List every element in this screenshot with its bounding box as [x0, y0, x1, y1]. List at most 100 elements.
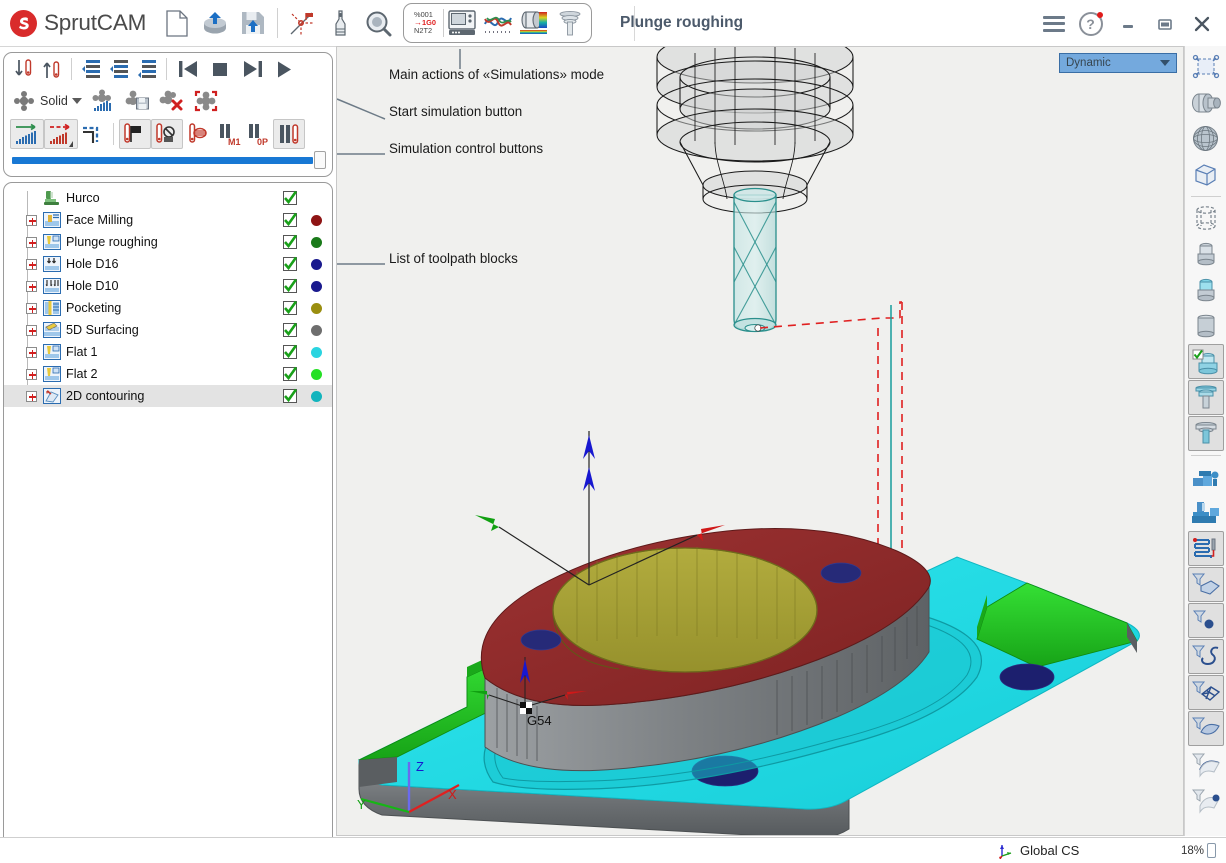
save-mesh-icon[interactable]	[121, 87, 155, 115]
toolbar-divider	[166, 58, 167, 80]
filter-vertex-icon[interactable]	[1188, 783, 1224, 818]
shaded-model-icon[interactable]	[1188, 85, 1224, 120]
solid-shaded-icon[interactable]	[10, 87, 38, 115]
help-button[interactable]: ?	[1074, 7, 1107, 41]
3d-scene[interactable]: G54 Z X Y	[337, 47, 1184, 836]
filter-solid-icon[interactable]	[1187, 567, 1224, 602]
maximize-button[interactable]	[1148, 7, 1181, 41]
zoom-status[interactable]: 18%	[1181, 843, 1216, 858]
delete-mesh-icon[interactable]	[155, 87, 189, 115]
3d-viewport[interactable]: Dynamic Main actions of «Simulations» mo…	[336, 46, 1184, 836]
check-icon[interactable]	[282, 322, 298, 338]
fit-mesh-icon[interactable]	[189, 87, 223, 115]
m1-stop-button[interactable]: M1	[213, 120, 243, 148]
step-up-button[interactable]	[38, 55, 66, 83]
save-file-icon[interactable]	[234, 3, 272, 43]
display-mode-label[interactable]: Solid	[40, 94, 68, 108]
goto-first-block-button[interactable]	[77, 55, 105, 83]
tree-row[interactable]: Flat 2	[4, 363, 332, 385]
tree-row[interactable]: Hole D10	[4, 275, 332, 297]
check-icon[interactable]	[282, 344, 298, 360]
check-icon[interactable]	[282, 388, 298, 404]
expand-icon[interactable]	[26, 346, 37, 358]
coordinate-system-icon[interactable]	[283, 3, 321, 43]
tree-row[interactable]: Face Milling	[4, 209, 332, 231]
expand-icon[interactable]	[26, 258, 37, 270]
expand-icon[interactable]	[26, 324, 37, 336]
rewind-button[interactable]	[172, 55, 204, 83]
bounding-box-icon[interactable]	[1188, 157, 1224, 192]
material-render-icon[interactable]	[516, 3, 552, 43]
expand-icon[interactable]	[26, 214, 37, 226]
workpiece-icon[interactable]	[1188, 272, 1224, 307]
collision-check-button[interactable]	[151, 119, 183, 149]
expand-icon[interactable]	[26, 368, 37, 380]
nc-code-icon[interactable]: %001 →1G0 N2T2	[407, 3, 443, 43]
check-icon[interactable]	[282, 366, 298, 382]
machine-body-icon[interactable]	[1188, 495, 1224, 530]
goto-block-button[interactable]	[105, 55, 133, 83]
toolpath-tree[interactable]: Hurco Face Milling Plunge roughing Hole …	[3, 182, 333, 863]
tree-row[interactable]: Flat 1	[4, 341, 332, 363]
step-down-button[interactable]	[10, 55, 38, 83]
stop-at-flag-button[interactable]	[119, 119, 151, 149]
measure-tool-icon[interactable]	[321, 3, 359, 43]
stock-outline-icon[interactable]	[1188, 200, 1224, 235]
progress-handle[interactable]	[314, 151, 326, 169]
check-icon[interactable]	[282, 278, 298, 294]
fixture-check-icon[interactable]	[1187, 344, 1224, 379]
wireframe-sphere-icon[interactable]	[1188, 121, 1224, 156]
stock-solid-icon[interactable]	[1188, 236, 1224, 271]
pause-button[interactable]	[273, 119, 305, 149]
expand-icon[interactable]	[26, 302, 37, 314]
filter-point-icon[interactable]	[1187, 603, 1224, 638]
app-brand: SprutCAM	[0, 9, 158, 37]
menu-hamburger-button[interactable]	[1037, 7, 1070, 41]
machine-vise-icon[interactable]	[1188, 459, 1224, 494]
filter-surface-icon[interactable]	[1187, 711, 1224, 746]
select-region-icon[interactable]	[1188, 49, 1224, 84]
new-document-icon[interactable]	[158, 3, 196, 43]
check-icon[interactable]	[282, 190, 298, 206]
chevron-down-icon[interactable]	[71, 98, 82, 104]
check-icon[interactable]	[282, 300, 298, 316]
tree-row[interactable]: Plunge roughing	[4, 231, 332, 253]
tree-row[interactable]: Pocketing	[4, 297, 332, 319]
simulation-progress-slider[interactable]	[12, 151, 326, 169]
expand-icon[interactable]	[26, 390, 37, 402]
check-icon[interactable]	[282, 256, 298, 272]
expand-icon[interactable]	[26, 236, 37, 248]
step-forward-button[interactable]	[236, 55, 268, 83]
check-icon[interactable]	[282, 212, 298, 228]
filter-mesh-icon[interactable]	[1187, 675, 1224, 710]
tree-row[interactable]: 5D Surfacing	[4, 319, 332, 341]
machine-control-icon[interactable]	[444, 3, 480, 43]
check-icon[interactable]	[282, 234, 298, 250]
toolpath-icon[interactable]	[1187, 531, 1224, 566]
inspect-icon[interactable]	[359, 3, 397, 43]
corner-path-button[interactable]	[78, 120, 108, 148]
open-file-icon[interactable]	[196, 3, 234, 43]
mesh-gradient-icon[interactable]	[87, 87, 121, 115]
tree-row[interactable]: Hole D16	[4, 253, 332, 275]
op-stop-button[interactable]: 0P	[243, 120, 273, 148]
tool-change-stop-button[interactable]	[183, 120, 213, 148]
expand-icon[interactable]	[26, 280, 37, 292]
toolpath-graph-icon[interactable]	[480, 3, 516, 43]
close-button[interactable]	[1185, 7, 1218, 41]
tool-assembly-icon[interactable]	[1187, 380, 1224, 415]
tree-row-root[interactable]: Hurco	[4, 187, 332, 209]
play-button[interactable]	[268, 55, 300, 83]
filter-edge-icon[interactable]	[1188, 747, 1224, 782]
part-cylinder-icon[interactable]	[1188, 308, 1224, 343]
tool-icon[interactable]	[552, 3, 588, 43]
feed-forward-button[interactable]	[10, 119, 44, 149]
filter-curve-icon[interactable]	[1187, 639, 1224, 674]
goto-last-block-button[interactable]	[133, 55, 161, 83]
minimize-button[interactable]	[1111, 7, 1144, 41]
rapid-move-button[interactable]	[44, 119, 78, 149]
stop-button[interactable]	[204, 55, 236, 83]
tree-row[interactable]: 2D contouring	[4, 385, 332, 407]
coordinate-system-status[interactable]: Global CS	[996, 842, 1079, 859]
tool-holder-icon[interactable]	[1187, 416, 1224, 451]
